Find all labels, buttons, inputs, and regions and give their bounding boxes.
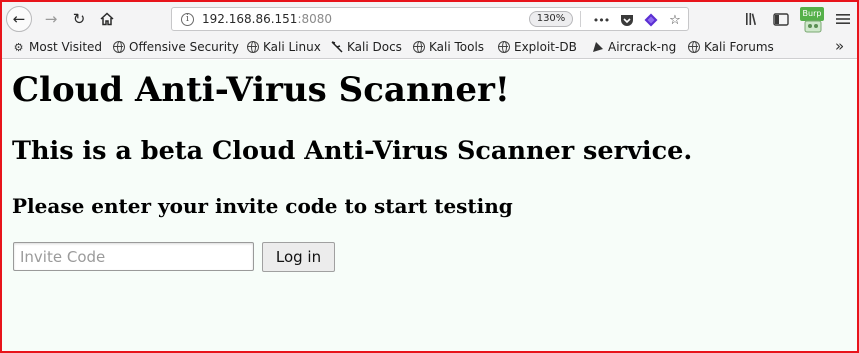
login-button[interactable]: Log in bbox=[262, 242, 335, 272]
invite-code-input[interactable] bbox=[13, 242, 254, 271]
bookmark-kali-tools[interactable]: Kali Tools bbox=[413, 39, 484, 55]
back-button[interactable]: ← bbox=[6, 6, 32, 32]
bookmark-label: Kali Tools bbox=[429, 40, 485, 54]
globe-icon bbox=[498, 41, 510, 53]
page-actions-icon[interactable]: ••• bbox=[592, 11, 610, 29]
kali-icon bbox=[330, 41, 343, 54]
reload-icon: ↻ bbox=[72, 10, 86, 28]
burp-proxy-icon[interactable] bbox=[802, 15, 824, 37]
url-bar[interactable]: i 192.168.86.151:8080 130% ••• ☆ bbox=[171, 7, 689, 31]
navigation-toolbar: ← → ↻ i 192.168.86.151:8080 130% ••• ☆ B… bbox=[2, 2, 857, 35]
pocket-icon[interactable] bbox=[618, 11, 636, 29]
bookmark-label: Most Visited bbox=[29, 40, 103, 54]
bookmark-exploit-db[interactable]: Exploit-DB bbox=[498, 39, 577, 55]
arrow-left-icon: ← bbox=[12, 10, 26, 28]
bookmark-offensive-security[interactable]: Offensive Security bbox=[113, 39, 239, 55]
sidebar-icon[interactable] bbox=[770, 8, 792, 30]
gear-icon: ⚙ bbox=[13, 40, 24, 54]
bookmark-kali-docs[interactable]: Kali Docs bbox=[330, 39, 402, 55]
url-port: :8080 bbox=[297, 12, 333, 26]
url-divider bbox=[580, 11, 581, 27]
reload-button[interactable]: ↻ bbox=[66, 6, 92, 32]
bookmark-label: Kali Forums bbox=[704, 40, 774, 54]
invite-prompt: Please enter your invite code to start t… bbox=[12, 194, 513, 218]
globe-icon bbox=[113, 41, 125, 53]
info-icon[interactable]: i bbox=[181, 13, 194, 26]
page-subtitle: This is a beta Cloud Anti-Virus Scanner … bbox=[12, 136, 693, 166]
bookmarks-overflow-icon[interactable]: » bbox=[835, 37, 844, 55]
page-title: Cloud Anti-Virus Scanner! bbox=[12, 70, 510, 110]
bookmark-label: Kali Docs bbox=[347, 40, 402, 54]
home-icon bbox=[100, 12, 114, 26]
globe-icon bbox=[413, 41, 425, 53]
bookmark-most-visited[interactable]: ⚙ Most Visited bbox=[12, 39, 102, 55]
url-text[interactable]: 192.168.86.151:8080 bbox=[202, 12, 332, 26]
bookmark-label: Exploit-DB bbox=[514, 40, 577, 54]
url-host: 192.168.86.151 bbox=[202, 12, 298, 26]
page-content: Cloud Anti-Virus Scanner! This is a beta… bbox=[2, 60, 857, 351]
zoom-level-badge[interactable]: 130% bbox=[529, 11, 573, 27]
extension-icon[interactable] bbox=[642, 11, 660, 29]
aircrack-icon bbox=[591, 41, 604, 54]
library-icon[interactable] bbox=[742, 8, 764, 30]
arrow-right-icon: → bbox=[44, 10, 58, 28]
bookmarks-toolbar: ⚙ Most Visited Offensive Security Kali L… bbox=[2, 35, 857, 59]
bookmark-kali-forums[interactable]: Kali Forums bbox=[688, 39, 774, 55]
bookmark-label: Offensive Security bbox=[129, 40, 239, 54]
star-icon[interactable]: ☆ bbox=[666, 11, 684, 29]
home-button[interactable] bbox=[94, 6, 120, 32]
bookmark-label: Kali Linux bbox=[263, 40, 321, 54]
bookmark-label: Aircrack-ng bbox=[608, 40, 677, 54]
bookmark-kali-linux[interactable]: Kali Linux bbox=[247, 39, 321, 55]
hamburger-menu-icon[interactable] bbox=[832, 8, 854, 30]
forward-button[interactable]: → bbox=[38, 6, 64, 32]
globe-icon bbox=[247, 41, 259, 53]
bookmark-aircrack-ng[interactable]: Aircrack-ng bbox=[591, 39, 676, 55]
globe-icon bbox=[688, 41, 700, 53]
